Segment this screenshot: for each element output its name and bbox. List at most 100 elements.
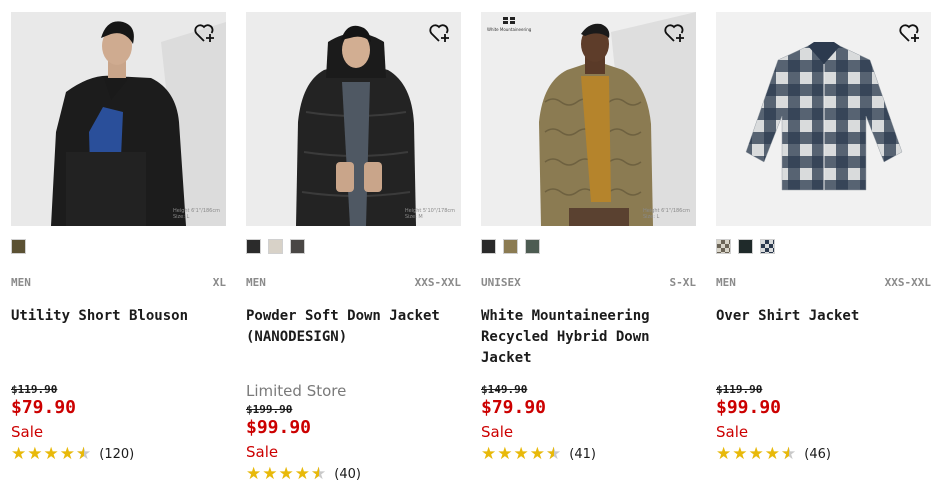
color-swatch[interactable]	[525, 239, 540, 254]
price-block: $119.90 $79.90 Sale ★ ★ ★ ★ ★★ (120)	[11, 381, 226, 464]
product-meta: MEN XXS-XXL	[716, 276, 931, 290]
product-image[interactable]: Height 6'1"/186cm Size: L	[11, 12, 226, 226]
star-rating: ★ ★ ★ ★ ★★	[716, 445, 796, 463]
original-price: $149.90	[481, 383, 528, 396]
sale-label: Sale	[481, 423, 514, 441]
sale-price: $79.90	[481, 397, 547, 418]
size-range: S-XL	[669, 276, 697, 289]
product-image[interactable]: White Mountaineering Height 6'1"/186cm S…	[481, 12, 696, 226]
star-icon: ★	[497, 444, 513, 464]
product-name[interactable]: Utility Short Blouson	[11, 306, 226, 327]
heart-plus-icon[interactable]	[663, 22, 687, 44]
heart-plus-icon[interactable]	[428, 22, 452, 44]
star-icon: ★	[294, 464, 310, 484]
sale-price: $79.90	[11, 397, 77, 418]
review-count[interactable]: (40)	[334, 467, 361, 482]
star-icon: ★	[43, 444, 59, 464]
half-star-icon: ★★	[781, 444, 797, 464]
model-photo-black-blouson	[11, 12, 226, 226]
size-range: XL	[212, 276, 226, 289]
original-price: $119.90	[11, 383, 58, 396]
star-icon: ★	[27, 444, 43, 464]
star-icon: ★	[278, 464, 294, 484]
photo-caption: Height 6'1"/186cm Size: L	[172, 208, 220, 220]
star-icon: ★	[748, 444, 764, 464]
half-star-icon: ★★	[76, 444, 92, 464]
color-swatch[interactable]	[246, 239, 261, 254]
product-meta: MEN XXS-XXL	[246, 276, 461, 290]
original-price: $119.90	[716, 383, 763, 396]
size-range: XXS-XXL	[884, 276, 931, 289]
star-icon: ★	[59, 444, 75, 464]
color-swatch[interactable]	[268, 239, 283, 254]
original-price: $199.90	[246, 403, 293, 416]
color-swatches	[11, 239, 26, 255]
color-swatch[interactable]	[290, 239, 305, 254]
sale-label: Sale	[246, 443, 279, 461]
product-image[interactable]	[716, 12, 931, 226]
rating: ★ ★ ★ ★ ★★ (40)	[246, 464, 461, 484]
sale-label: Sale	[716, 423, 749, 441]
model-photo-down-jacket	[246, 12, 461, 226]
photo-caption: Height 6'1"/186cm Size: L	[642, 208, 690, 220]
limited-store-label: Limited Store	[246, 382, 347, 400]
photo-caption: Height 5'10"/178cm Size: M	[404, 208, 455, 220]
star-icon: ★	[716, 444, 732, 464]
star-icon: ★	[732, 444, 748, 464]
color-swatches	[716, 239, 775, 255]
brand-tag: White Mountaineering	[487, 16, 531, 32]
color-swatches	[246, 239, 305, 255]
flat-lay-plaid-shirt-jacket	[716, 12, 931, 226]
product-name[interactable]: Over Shirt Jacket	[716, 306, 931, 327]
gender-label: UNISEX	[481, 276, 521, 289]
rating: ★ ★ ★ ★ ★★ (41)	[481, 444, 696, 464]
star-icon: ★	[764, 444, 780, 464]
star-icon: ★	[481, 444, 497, 464]
review-count[interactable]: (46)	[804, 447, 831, 462]
half-star-icon: ★★	[311, 464, 327, 484]
price-block: Limited Store $199.90 $99.90 Sale ★ ★ ★ …	[246, 381, 461, 484]
price-block: $119.90 $99.90 Sale ★ ★ ★ ★ ★★ (46)	[716, 381, 931, 464]
product-card[interactable]: MEN XXS-XXL Over Shirt Jacket $119.90 $9…	[716, 12, 931, 500]
star-icon: ★	[246, 464, 262, 484]
sale-label: Sale	[11, 423, 44, 441]
product-card[interactable]: Height 6'1"/186cm Size: L MEN XL Utility…	[11, 12, 226, 500]
color-swatch[interactable]	[738, 239, 753, 254]
rating: ★ ★ ★ ★ ★★ (46)	[716, 444, 931, 464]
gender-label: MEN	[716, 276, 736, 289]
color-swatch[interactable]	[760, 239, 775, 254]
product-name[interactable]: Powder Soft Down Jacket (NANODESIGN)	[246, 306, 461, 348]
half-star-icon: ★★	[546, 444, 562, 464]
sale-price: $99.90	[246, 417, 312, 438]
size-range: XXS-XXL	[414, 276, 461, 289]
star-rating: ★ ★ ★ ★ ★★	[11, 445, 91, 463]
sale-price: $99.90	[716, 397, 782, 418]
star-rating: ★ ★ ★ ★ ★★	[481, 445, 561, 463]
product-card[interactable]: Height 5'10"/178cm Size: M MEN XXS-XXL P…	[246, 12, 461, 500]
star-icon: ★	[262, 464, 278, 484]
gender-label: MEN	[246, 276, 266, 289]
color-swatches	[481, 239, 540, 255]
product-image[interactable]: Height 5'10"/178cm Size: M	[246, 12, 461, 226]
review-count[interactable]: (120)	[99, 447, 134, 462]
star-icon: ★	[513, 444, 529, 464]
review-count[interactable]: (41)	[569, 447, 596, 462]
heart-plus-icon[interactable]	[898, 22, 922, 44]
rating: ★ ★ ★ ★ ★★ (120)	[11, 444, 226, 464]
color-swatch[interactable]	[481, 239, 496, 254]
price-block: $149.90 $79.90 Sale ★ ★ ★ ★ ★★ (41)	[481, 381, 696, 464]
color-swatch[interactable]	[716, 239, 731, 254]
product-meta: UNISEX S-XL	[481, 276, 696, 290]
color-swatch[interactable]	[503, 239, 518, 254]
product-meta: MEN XL	[11, 276, 226, 290]
product-name[interactable]: White Mountaineering Recycled Hybrid Dow…	[481, 306, 696, 369]
color-swatch[interactable]	[11, 239, 26, 254]
star-icon: ★	[11, 444, 27, 464]
brand-logo-icon	[502, 16, 517, 25]
model-photo-hybrid-down-jacket	[481, 12, 696, 226]
star-icon: ★	[529, 444, 545, 464]
heart-plus-icon[interactable]	[193, 22, 217, 44]
gender-label: MEN	[11, 276, 31, 289]
product-card[interactable]: White Mountaineering Height 6'1"/186cm S…	[481, 12, 696, 500]
star-rating: ★ ★ ★ ★ ★★	[246, 465, 326, 483]
